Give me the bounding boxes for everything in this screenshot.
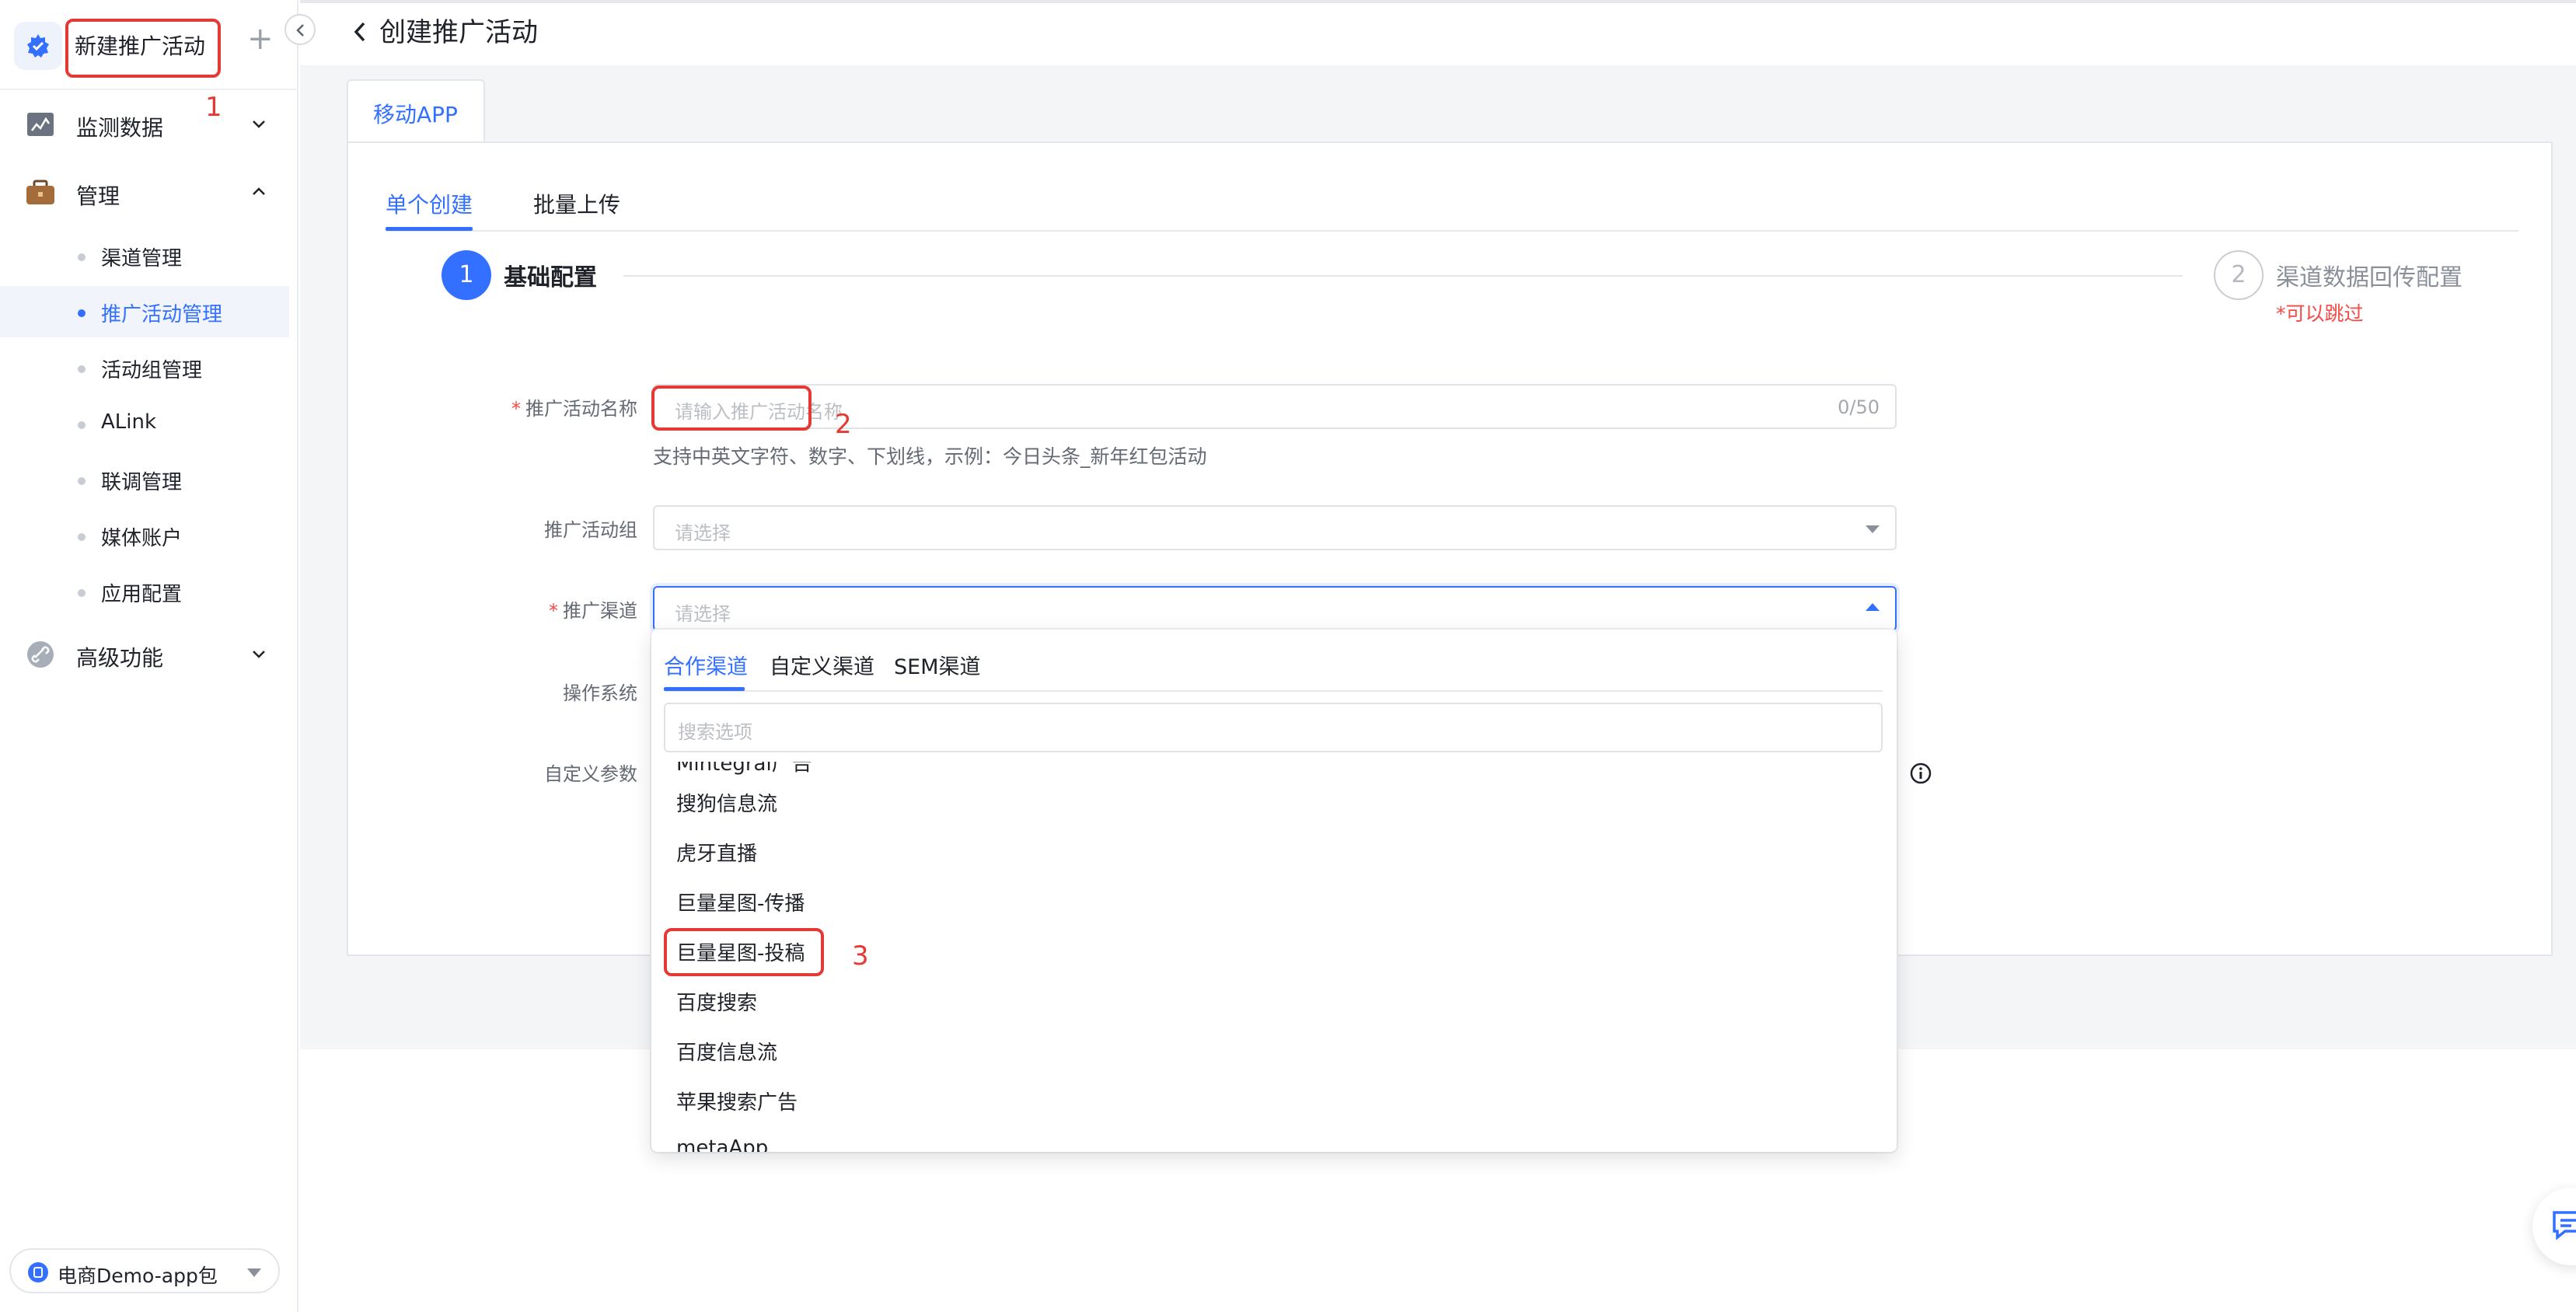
os-label: 操作系统 (563, 682, 637, 704)
channel-dropdown: 合作渠道 自定义渠道 SEM渠道 搜索选项 Mintegral广告 搜狗信息流 … (651, 630, 1897, 1152)
bullet-icon (78, 253, 86, 261)
tab-batch-upload[interactable]: 批量上传 (533, 188, 620, 219)
caret-up-icon (1866, 603, 1880, 611)
tab-mobile-app[interactable]: 移动APP (347, 79, 485, 143)
bullet-icon (78, 421, 86, 429)
chevron-up-icon (253, 187, 265, 195)
tab-single-create[interactable]: 单个创建 (386, 188, 473, 219)
annotation-box-3 (664, 928, 824, 976)
page-title: 创建推广活动 (379, 17, 538, 48)
nav-group-label: 高级功能 (76, 645, 164, 671)
sidebar-item-label: 活动组管理 (101, 359, 203, 382)
step-2-indicator[interactable]: 2 (2214, 250, 2264, 300)
tab-partner-channel[interactable]: 合作渠道 (664, 650, 748, 680)
add-icon[interactable]: + (247, 23, 274, 54)
list-item[interactable]: 百度搜索 (676, 987, 757, 1016)
campaign-group-label: 推广活动组 (544, 519, 637, 541)
sidebar-item-alink[interactable]: ALink (0, 398, 289, 449)
channel-select[interactable]: 请选择 (653, 586, 1897, 631)
bullet-icon (78, 365, 86, 373)
annotation-number-2: 2 (835, 409, 852, 440)
sidebar-item-label: 媒体账户 (101, 527, 183, 550)
info-icon[interactable] (1909, 762, 1932, 785)
annotation-box-2 (651, 386, 812, 431)
nav-group-label: 监测数据 (76, 115, 164, 141)
bullet-icon (78, 533, 86, 541)
list-item[interactable]: Mintegral广告 (676, 762, 812, 776)
list-item[interactable]: 苹果搜索广告 (676, 1087, 798, 1115)
tab-custom-channel[interactable]: 自定义渠道 (770, 650, 874, 680)
list-item[interactable]: 搜狗信息流 (676, 788, 777, 817)
dropdown-tabs: 合作渠道 自定义渠道 SEM渠道 (664, 630, 1883, 692)
caret-down-icon (247, 1268, 261, 1277)
char-counter: 0/50 (1838, 396, 1880, 418)
annotation-box-1 (65, 19, 221, 78)
chat-icon (2553, 1211, 2576, 1240)
campaign-name-label: * 推广活动名称 (511, 398, 637, 420)
sidebar-item-label: 渠道管理 (101, 247, 183, 270)
search-placeholder: 搜索选项 (678, 721, 752, 743)
app-icon (28, 1262, 48, 1282)
annotation-number-3: 3 (852, 940, 869, 972)
tab-label: 移动APP (373, 102, 458, 127)
tab-sem-channel[interactable]: SEM渠道 (894, 650, 981, 680)
bullet-icon (78, 309, 86, 317)
campaign-group-placeholder: 请选择 (675, 522, 731, 544)
sidebar-item-campaign-manage[interactable]: 推广活动管理 (0, 286, 289, 337)
sidebar-item-label: 应用配置 (101, 583, 183, 606)
step-2-skip-note: *可以跳过 (2276, 302, 2364, 325)
sidebar-item-channel-manage[interactable]: 渠道管理 (0, 230, 289, 281)
list-item[interactable]: metaApp (676, 1136, 768, 1152)
channel-placeholder: 请选择 (675, 603, 731, 625)
dropdown-search-input[interactable]: 搜索选项 (664, 703, 1883, 752)
link-icon (27, 641, 54, 668)
sidebar-item-app-config[interactable]: 应用配置 (0, 566, 289, 617)
page-header: 创建推广活动 (300, 3, 2576, 65)
list-item[interactable]: 虎牙直播 (676, 838, 757, 867)
custom-params-label: 自定义参数 (544, 763, 637, 785)
sidebar-item-label: ALink (101, 410, 157, 434)
app-selector[interactable]: 电商Demo-app包 (9, 1248, 280, 1293)
sidebar-item-debug-manage[interactable]: 联调管理 (0, 454, 289, 505)
collapse-sidebar-icon[interactable] (284, 14, 316, 45)
channel-label: * 推广渠道 (549, 600, 637, 622)
step-2-label[interactable]: 渠道数据回传配置 (2276, 258, 2463, 292)
sidebar-item-media-account[interactable]: 媒体账户 (0, 510, 289, 561)
app-selector-label: 电商Demo-app包 (58, 1265, 218, 1287)
step-1-indicator: 1 (442, 250, 491, 300)
list-item[interactable]: 巨量星图-传播 (676, 888, 805, 916)
create-mode-tabs: 单个创建 批量上传 (386, 177, 2518, 232)
sidebar: 新建推广活动 + 监测数据 管理 渠道管理 推广活动管理 活动组管理 ALink… (0, 0, 316, 1312)
app-logo-icon (14, 22, 62, 70)
caret-down-icon (1866, 525, 1880, 533)
chevron-down-icon (253, 651, 265, 658)
list-item[interactable]: 百度信息流 (676, 1037, 777, 1066)
chart-icon (27, 113, 54, 136)
sidebar-item-group-manage[interactable]: 活动组管理 (0, 342, 289, 393)
active-tab-indicator (664, 687, 745, 691)
chevron-down-icon (253, 120, 265, 128)
nav-group-manage[interactable]: 管理 (0, 165, 298, 219)
briefcase-icon (26, 180, 54, 204)
campaign-name-hint: 支持中英文字符、数字、下划线，示例：今日头条_新年红包活动 (653, 445, 1207, 468)
back-arrow-icon[interactable] (351, 19, 368, 45)
step-1-label: 基础配置 (504, 264, 597, 291)
nav-group-monitor[interactable]: 监测数据 (0, 96, 298, 151)
bullet-icon (78, 589, 86, 597)
annotation-number-1: 1 (205, 92, 222, 123)
nav-group-label: 管理 (76, 183, 120, 209)
active-tab-indicator (386, 227, 473, 231)
bullet-icon (78, 477, 86, 485)
step-connector (623, 275, 2183, 277)
campaign-group-select[interactable]: 请选择 (653, 505, 1897, 550)
dropdown-option-list[interactable]: Mintegral广告 搜狗信息流 虎牙直播 巨量星图-传播 巨量星图-投稿 百… (651, 762, 1897, 1152)
sidebar-item-label: 推广活动管理 (101, 303, 223, 326)
sidebar-item-label: 联调管理 (101, 471, 183, 494)
nav-group-advanced[interactable]: 高级功能 (0, 626, 298, 681)
